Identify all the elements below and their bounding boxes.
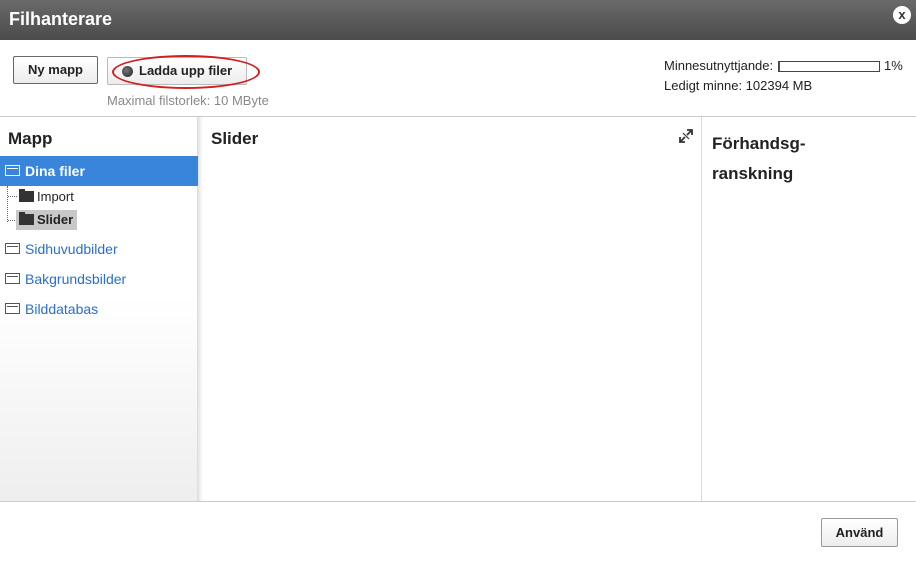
memory-usage-bar (778, 61, 880, 72)
upload-icon (122, 66, 133, 77)
memory-usage-label: Minnesutnyttjande: (664, 58, 774, 73)
folder-icon (5, 165, 20, 176)
toolbar: Ny mapp Ladda upp filer Maximal filstorl… (0, 40, 916, 116)
file-list-panel: Slider (203, 117, 701, 501)
title-bar: Filhanterare x (0, 0, 916, 40)
memory-usage-percent: 1% (884, 58, 903, 73)
sidebar-item-bilddatabas[interactable]: Bilddatabas (0, 294, 198, 324)
folder-icon (5, 243, 20, 254)
folder-icon (5, 303, 20, 314)
folder-label: Bakgrundsbilder (25, 271, 127, 287)
apply-button[interactable]: Använd (821, 518, 898, 547)
subfolder-label: Slider (37, 212, 74, 227)
folder-label: Dina filer (25, 163, 85, 179)
subfolder-import[interactable]: Import (16, 187, 96, 207)
folder-icon (19, 212, 34, 225)
footer-divider (0, 501, 916, 502)
upload-files-label: Ladda upp filer (139, 63, 233, 78)
preview-panel: Förhandsg-ranskning (702, 117, 916, 501)
tree-connector (7, 186, 8, 222)
subfolder-label: Import (37, 189, 74, 204)
folder-icon (5, 273, 20, 284)
max-file-size-text: Maximal filstorlek: 10 MByte (107, 93, 269, 108)
folder-label: Sidhuvudbilder (25, 241, 118, 257)
sidebar-item-sidhuvudbilder[interactable]: Sidhuvudbilder (0, 234, 198, 264)
free-memory-text: Ledigt minne: 102394 MB (664, 78, 813, 93)
subfolder-slider[interactable]: Slider (16, 210, 77, 230)
window-title: Filhanterare (9, 9, 113, 29)
preview-title: Förhandsg-ranskning (712, 134, 806, 183)
new-folder-button[interactable]: Ny mapp (13, 56, 98, 84)
folder-label: Bilddatabas (25, 301, 99, 317)
expand-icon[interactable] (678, 128, 694, 144)
sidebar-title: Mapp (8, 129, 53, 148)
sidebar-item-bakgrundsbilder[interactable]: Bakgrundsbilder (0, 264, 198, 294)
upload-files-button[interactable]: Ladda upp filer (107, 57, 247, 85)
sidebar-item-dina-filer[interactable]: Dina filer (0, 156, 198, 186)
close-icon[interactable]: x (893, 6, 911, 24)
folder-icon (19, 189, 34, 202)
current-folder-title: Slider (211, 129, 259, 148)
memory-usage-fill (779, 62, 780, 71)
